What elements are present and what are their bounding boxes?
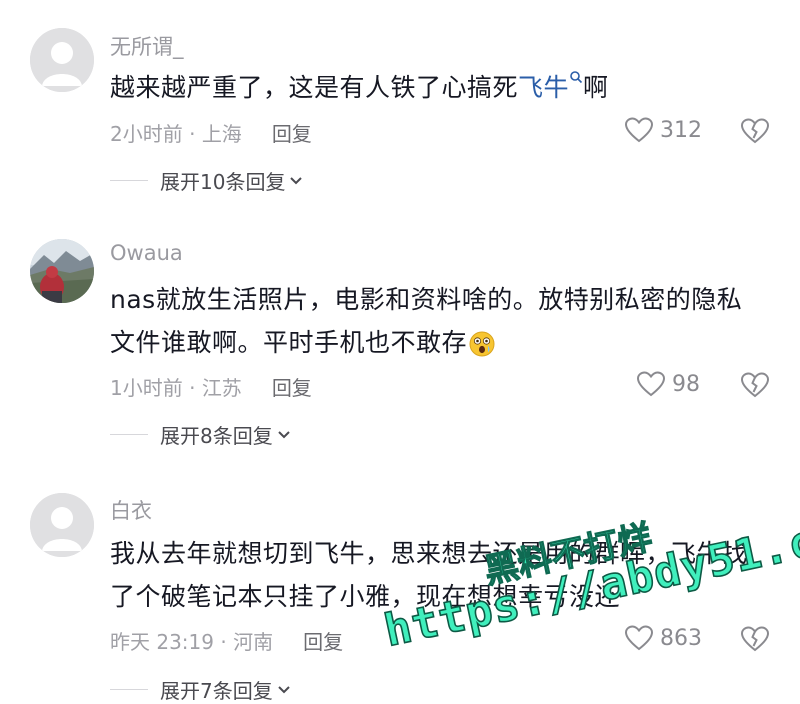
heart-icon — [624, 117, 654, 143]
meta-separator: · — [182, 122, 202, 146]
comment-text-main: nas就放生活照片，电影和资料啥的。放特别私密的隐私文件谁敢啊。平时手机也不敢存 — [110, 285, 743, 357]
reply-button[interactable]: 回复 — [272, 122, 312, 146]
comment-text-main: 越来越严重了，这是有人铁了心搞死 — [110, 73, 519, 102]
avatar[interactable] — [30, 239, 94, 303]
comment-meta: 昨天 23:19 · 河南 回复 — [110, 626, 343, 655]
like-count: 312 — [660, 117, 702, 143]
comment-text-main: 我从去年就想切到飞牛，思来想去还是用的群晖，飞牛找了个破笔记本只挂了小雅，现在想… — [110, 539, 748, 611]
expand-replies-button[interactable]: 展开7条回复 — [110, 675, 291, 704]
meta-separator: · — [182, 376, 202, 400]
reply-button[interactable]: 回复 — [303, 630, 343, 654]
username[interactable]: Owaua — [110, 241, 183, 265]
reply-button[interactable]: 回复 — [272, 376, 312, 400]
chevron-down-icon — [278, 430, 290, 438]
dislike-button[interactable] — [740, 371, 770, 403]
dislike-button[interactable] — [740, 117, 770, 149]
divider-line — [110, 180, 148, 181]
timestamp: 昨天 23:19 — [110, 630, 214, 654]
comment-text: 越来越严重了，这是有人铁了心搞死飞牛啊 — [110, 66, 770, 109]
expand-label: 展开7条回复 — [160, 679, 273, 703]
meta-separator: · — [214, 630, 234, 654]
timestamp: 1小时前 — [110, 376, 183, 400]
broken-heart-icon — [740, 372, 770, 398]
dislike-button[interactable] — [740, 625, 770, 657]
location: 上海 — [201, 122, 242, 146]
avatar[interactable] — [30, 28, 94, 92]
chevron-down-icon — [290, 176, 303, 184]
expand-replies-button[interactable]: 展开8条回复 — [110, 420, 291, 449]
shocked-face-emoji — [469, 331, 495, 357]
chevron-down-icon — [278, 685, 290, 693]
avatar[interactable] — [30, 493, 94, 557]
broken-heart-icon — [740, 118, 770, 144]
timestamp: 2小时前 — [110, 122, 183, 146]
location: 河南 — [233, 630, 274, 654]
divider-line — [110, 689, 148, 690]
user-photo-avatar — [30, 239, 94, 303]
comment-text-end: 啊 — [583, 73, 609, 102]
comment-text: nas就放生活照片，电影和资料啥的。放特别私密的隐私文件谁敢啊。平时手机也不敢存 — [110, 278, 760, 364]
expand-label: 展开10条回复 — [160, 170, 286, 194]
search-icon[interactable] — [569, 70, 583, 84]
like-button[interactable]: 312 — [624, 116, 702, 144]
comment-text: 我从去年就想切到飞牛，思来想去还是用的群晖，飞牛找了个破笔记本只挂了小雅，现在想… — [110, 532, 760, 618]
expand-label: 展开8条回复 — [160, 424, 273, 448]
like-count: 98 — [672, 371, 700, 397]
heart-icon — [636, 371, 666, 397]
location: 江苏 — [201, 376, 242, 400]
like-button[interactable]: 863 — [624, 624, 702, 652]
like-count: 863 — [660, 625, 702, 651]
username[interactable]: 白衣 — [110, 495, 152, 525]
username[interactable]: 无所谓_ — [110, 31, 184, 61]
keyword-link[interactable]: 飞牛 — [518, 73, 569, 102]
default-avatar-icon — [30, 493, 94, 557]
expand-replies-button[interactable]: 展开10条回复 — [110, 166, 303, 195]
heart-icon — [624, 625, 654, 651]
comment-meta: 1小时前 · 江苏 回复 — [110, 372, 312, 401]
divider-line — [110, 434, 148, 435]
broken-heart-icon — [740, 626, 770, 652]
default-avatar-icon — [30, 28, 94, 92]
comment-meta: 2小时前 · 上海 回复 — [110, 118, 312, 147]
like-button[interactable]: 98 — [636, 370, 700, 398]
